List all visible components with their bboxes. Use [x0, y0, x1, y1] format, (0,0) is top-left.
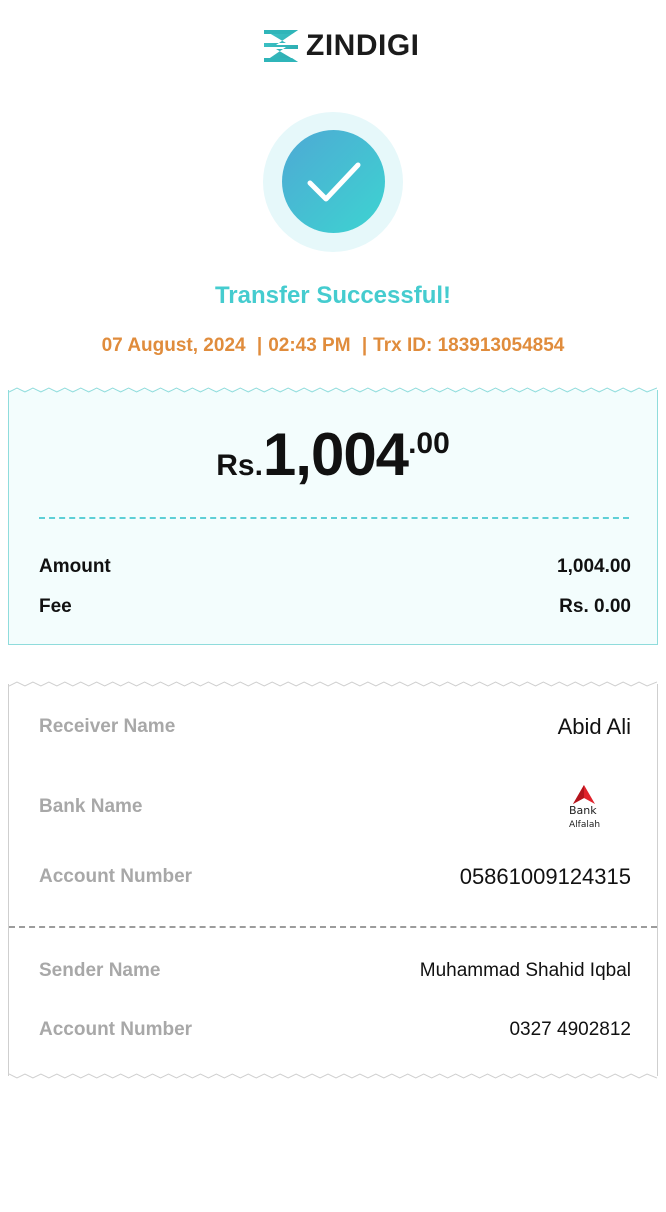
- bank-alfalah-logo: Bank Alfalah: [569, 784, 631, 830]
- currency-symbol: Rs.: [216, 449, 263, 482]
- transaction-date: 07 August, 2024: [101, 335, 246, 356]
- zindigi-logo: ZINDIGI: [262, 26, 420, 66]
- sender-account-label: Account Number: [39, 1019, 193, 1040]
- transfer-receipt: ZINDIGI Transfer Successful! 07 August, …: [0, 0, 666, 1212]
- sender-account-row: Account Number 0327 4902812: [39, 1019, 631, 1041]
- transaction-meta: 07 August, 2024 | 02:43 PM | Trx ID: 18391…: [0, 335, 666, 357]
- summary-value: 1,004.00: [557, 556, 631, 577]
- sender-name: Muhammad Shahid Iqbal: [419, 960, 631, 981]
- meta-separator: |: [361, 335, 368, 356]
- receiver-account-row: Account Number 05861009124315: [39, 864, 631, 890]
- sender-name-label: Sender Name: [39, 960, 161, 981]
- bank-logo-word1: Bank: [569, 804, 597, 817]
- receiver-account: 05861009124315: [459, 864, 631, 889]
- success-badge: [263, 112, 403, 252]
- summary-label: Amount: [39, 556, 111, 577]
- zigzag-edge-bottom: [9, 1073, 657, 1079]
- receiver-name-row: Receiver Name Abid Ali: [39, 714, 631, 740]
- details-card: Receiver Name Abid Ali Bank Name Bank Al…: [8, 681, 658, 1079]
- summary-value: Rs. 0.00: [559, 596, 631, 617]
- meta-separator: |: [256, 335, 263, 356]
- bank-logo-word2: Alfalah: [569, 820, 601, 830]
- sender-name-row: Sender Name Muhammad Shahid Iqbal: [39, 960, 631, 982]
- success-title: Transfer Successful!: [214, 282, 452, 309]
- zindigi-logo-icon: [264, 30, 298, 62]
- transfer-amount: Rs.1,004.00: [9, 420, 657, 489]
- zigzag-edge-top: [9, 387, 657, 393]
- bank-name-row: Bank Name Bank Alfalah: [39, 784, 631, 830]
- amount-whole: 1,004: [262, 421, 409, 488]
- receiver-name-label: Receiver Name: [39, 716, 176, 737]
- zigzag-edge-top: [9, 681, 657, 687]
- bank-name-label: Bank Name: [39, 796, 143, 817]
- receiver-name: Abid Ali: [557, 714, 631, 739]
- success-circle: [282, 130, 385, 233]
- brand-name: ZINDIGI: [306, 29, 420, 62]
- amount-decimal: .00: [408, 427, 450, 460]
- divider: [39, 517, 629, 519]
- summary-row-fee: Fee Rs. 0.00: [39, 596, 631, 618]
- summary-label: Fee: [39, 596, 72, 617]
- sender-account: 0327 4902812: [509, 1019, 631, 1040]
- transaction-time: 02:43 PM: [268, 335, 351, 356]
- check-icon: [307, 162, 360, 201]
- summary-row-amount: Amount 1,004.00: [39, 556, 631, 578]
- receiver-account-label: Account Number: [39, 866, 193, 887]
- bank-alfalah-icon: [573, 785, 595, 804]
- transaction-id: Trx ID: 183913054854: [373, 335, 565, 356]
- amount-card: Rs.1,004.00 Amount 1,004.00 Fee Rs. 0.00: [8, 387, 658, 645]
- section-divider: [9, 926, 657, 928]
